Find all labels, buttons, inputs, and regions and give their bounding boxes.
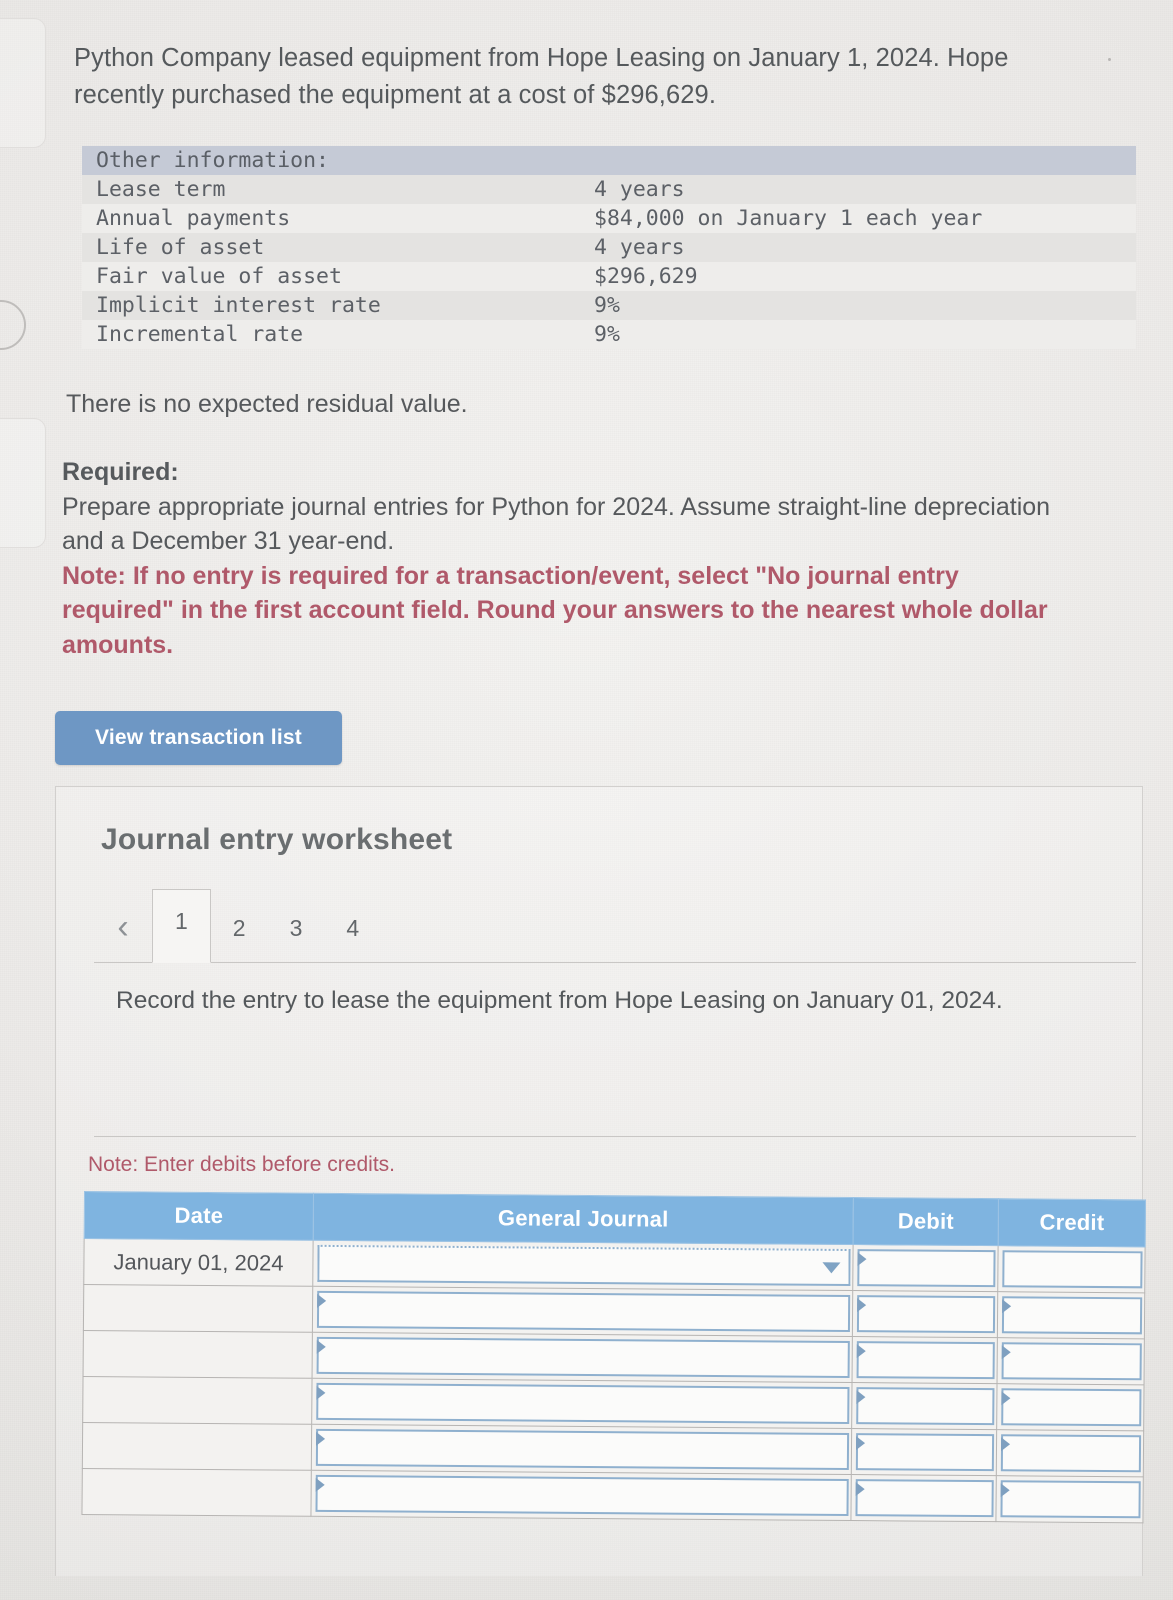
cell-date-5[interactable] xyxy=(82,1422,312,1471)
credit-input-6[interactable] xyxy=(1000,1480,1141,1519)
info-value-lease-term: 4 years xyxy=(594,177,685,202)
cell-general-journal-2[interactable] xyxy=(312,1286,853,1337)
info-label-life-of-asset: Life of asset xyxy=(96,235,265,260)
table-row: January 01, 2024 xyxy=(83,1238,1146,1293)
credit-input-5[interactable] xyxy=(1001,1434,1142,1473)
info-row-annual-payments: Annual payments $84,000 on January 1 eac… xyxy=(82,204,1136,233)
previous-tab-chevron-icon[interactable]: ‹ xyxy=(94,900,152,962)
table-row xyxy=(82,1376,1145,1431)
tab-1[interactable]: 1 xyxy=(152,889,211,963)
credit-input-2[interactable] xyxy=(1002,1296,1143,1335)
credit-input-4[interactable] xyxy=(1001,1388,1142,1427)
problem-statement: Python Company leased equipment from Hop… xyxy=(74,44,1009,109)
tab-2[interactable]: 2 xyxy=(211,900,268,962)
cell-general-journal-5[interactable] xyxy=(311,1424,852,1475)
journal-entry-table: Date General Journal Debit Credit Januar… xyxy=(81,1191,1146,1523)
table-row xyxy=(81,1468,1144,1523)
table-row xyxy=(83,1284,1145,1339)
debit-input-2[interactable] xyxy=(856,1295,996,1334)
column-header-credit: Credit xyxy=(998,1198,1146,1247)
info-row-implicit-rate: Implicit interest rate 9% xyxy=(82,291,1136,320)
cell-debit-3[interactable] xyxy=(851,1336,998,1384)
residual-value-note: There is no expected residual value. xyxy=(66,390,468,418)
tab-4[interactable]: 4 xyxy=(324,900,381,962)
info-label-implicit-rate: Implicit interest rate xyxy=(96,293,381,318)
cell-general-journal-6[interactable] xyxy=(311,1470,852,1521)
info-label-lease-term: Lease term xyxy=(96,177,226,202)
journal-entry-worksheet-panel: Journal entry worksheet ‹ 1 2 3 4 Record… xyxy=(55,786,1146,1576)
cell-general-journal-1[interactable] xyxy=(312,1240,853,1291)
info-value-incremental-rate: 9% xyxy=(594,322,620,347)
cell-debit-1[interactable] xyxy=(852,1244,999,1292)
debit-input-1[interactable] xyxy=(857,1249,996,1288)
table-row xyxy=(82,1422,1144,1477)
debit-input-5[interactable] xyxy=(855,1433,995,1472)
worksheet-title: Journal entry worksheet xyxy=(101,823,453,856)
info-row-incremental-rate: Incremental rate 9% xyxy=(82,320,1136,349)
credit-input-3[interactable] xyxy=(1001,1342,1142,1381)
column-header-date: Date xyxy=(84,1191,314,1241)
column-header-debit: Debit xyxy=(852,1197,999,1246)
info-label-fair-value: Fair value of asset xyxy=(96,264,342,289)
question-content: Python Company leased equipment from Hop… xyxy=(0,0,1173,1600)
cell-debit-5[interactable] xyxy=(851,1428,997,1476)
cell-date-1: January 01, 2024 xyxy=(83,1238,314,1287)
required-title: Required: xyxy=(62,458,179,486)
cell-date-6[interactable] xyxy=(81,1468,312,1517)
general-journal-select-5[interactable] xyxy=(315,1428,849,1471)
credit-input-1[interactable] xyxy=(1002,1250,1143,1289)
cell-debit-4[interactable] xyxy=(851,1382,998,1430)
cell-credit-5[interactable] xyxy=(996,1429,1144,1477)
cell-date-2[interactable] xyxy=(83,1284,313,1333)
cell-debit-6[interactable] xyxy=(850,1474,997,1522)
cell-credit-4[interactable] xyxy=(996,1383,1145,1431)
info-row-lease-term: Lease term 4 years xyxy=(82,175,1136,204)
tab-3[interactable]: 3 xyxy=(268,900,325,962)
general-journal-select-2[interactable] xyxy=(317,1290,850,1333)
cell-credit-6[interactable] xyxy=(996,1475,1144,1523)
debit-input-3[interactable] xyxy=(856,1341,996,1380)
info-value-fair-value: $296,629 xyxy=(594,264,698,289)
cell-credit-1[interactable] xyxy=(998,1245,1146,1293)
other-information-heading: Other information: xyxy=(96,148,329,173)
info-value-annual-payments: $84,000 on January 1 each year xyxy=(594,206,983,231)
column-header-general-journal: General Journal xyxy=(313,1193,854,1245)
other-information-table: Other information: Lease term 4 years An… xyxy=(82,146,1136,349)
info-label-annual-payments: Annual payments xyxy=(96,206,291,231)
cell-date-3[interactable] xyxy=(83,1330,313,1379)
cell-debit-2[interactable] xyxy=(852,1290,999,1338)
info-row-fair-value: Fair value of asset $296,629 xyxy=(82,262,1136,291)
general-journal-select-3[interactable] xyxy=(316,1336,850,1379)
required-section: Required: Prepare appropriate journal en… xyxy=(62,455,1072,662)
general-journal-select-1[interactable] xyxy=(317,1244,851,1287)
general-journal-select-4[interactable] xyxy=(316,1382,850,1425)
worksheet-tab-bar: ‹ 1 2 3 4 xyxy=(94,887,1136,963)
cell-general-journal-3[interactable] xyxy=(312,1332,853,1383)
debit-input-4[interactable] xyxy=(855,1387,995,1426)
general-journal-select-6[interactable] xyxy=(315,1474,849,1517)
debits-before-credits-note: Note: Enter debits before credits. xyxy=(88,1153,395,1176)
other-information-heading-row: Other information: xyxy=(82,146,1136,175)
info-value-life-of-asset: 4 years xyxy=(594,235,685,260)
required-note: Note: If no entry is required for a tran… xyxy=(62,561,1048,659)
info-value-implicit-rate: 9% xyxy=(594,293,620,318)
view-transaction-list-button[interactable]: View transaction list xyxy=(55,711,342,765)
info-row-life-of-asset: Life of asset 4 years xyxy=(82,233,1136,262)
cell-credit-2[interactable] xyxy=(997,1291,1145,1339)
debit-input-6[interactable] xyxy=(855,1479,995,1518)
table-header-row: Date General Journal Debit Credit xyxy=(84,1191,1146,1247)
cell-credit-3[interactable] xyxy=(997,1337,1145,1385)
table-row xyxy=(83,1330,1145,1385)
required-body: Prepare appropriate journal entries for … xyxy=(62,492,1051,556)
cell-date-4[interactable] xyxy=(82,1376,313,1425)
worksheet-instruction: Record the entry to lease the equipment … xyxy=(116,987,1003,1014)
info-label-incremental-rate: Incremental rate xyxy=(96,322,304,347)
chevron-down-icon[interactable] xyxy=(822,1261,841,1273)
cell-general-journal-4[interactable] xyxy=(311,1378,852,1429)
